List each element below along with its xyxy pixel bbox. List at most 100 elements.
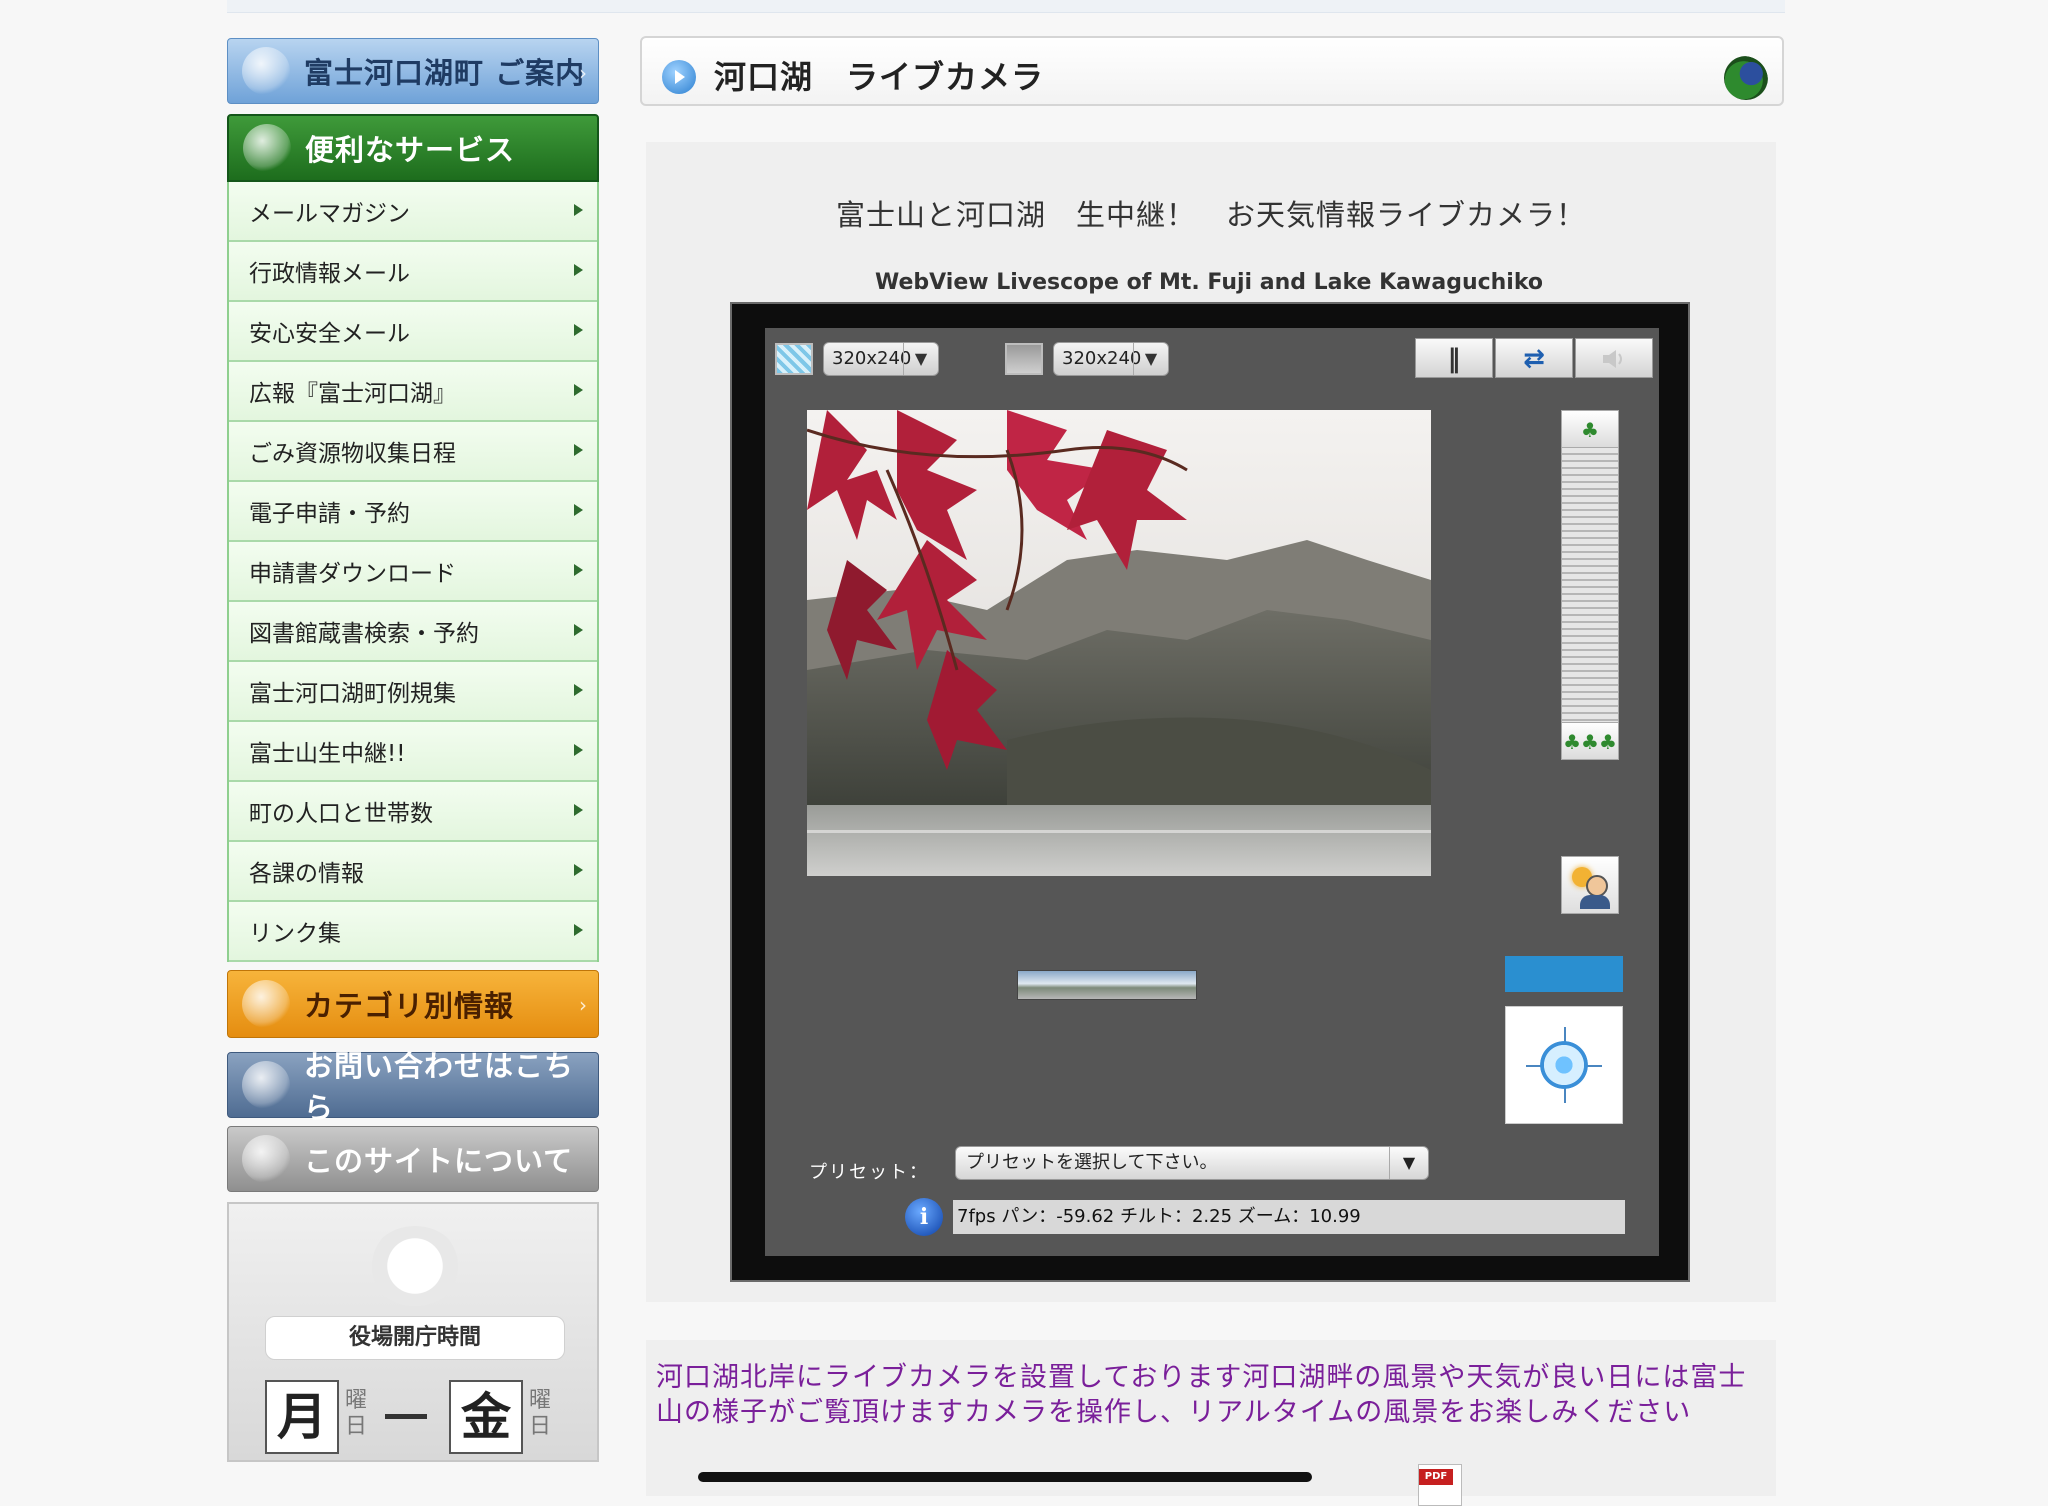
position-indicator-bar[interactable] xyxy=(1505,956,1623,992)
menu-item[interactable]: 行政情報メール xyxy=(229,242,597,302)
dropdown-arrow-icon: ▼ xyxy=(1133,343,1168,375)
zoom-slider[interactable]: ♣ ♣♣♣ xyxy=(1561,410,1621,766)
from-day: 月 xyxy=(265,1380,339,1454)
pdf-icon[interactable]: PDF xyxy=(1418,1464,1462,1506)
preset-select[interactable]: プリセットを選択して下さい。 ▼ xyxy=(955,1146,1429,1180)
live-camera-image[interactable] xyxy=(807,410,1431,876)
size-select-1[interactable]: 320x240 ▼ xyxy=(823,342,939,376)
camera-subhead: WebView Livescope of Mt. Fuji and Lake K… xyxy=(874,270,1543,295)
category-label: カテゴリ別情報 xyxy=(304,989,515,1023)
play-bullet-icon xyxy=(662,60,696,94)
live-camera-panel: 富士山と河口湖 生中継！ お天気情報ライブカメラ！ WebView Livesc… xyxy=(646,142,1776,1302)
image-size-control-1: 320x240 ▼ xyxy=(775,342,939,376)
category-button[interactable]: カテゴリ別情報 › xyxy=(227,970,599,1038)
office-hours-title: 役場開庁時間 xyxy=(265,1316,565,1360)
town-emblem-icon xyxy=(1724,56,1768,100)
triangle-right-icon xyxy=(574,384,583,396)
menu-item-label: 行政情報メール xyxy=(249,261,410,287)
menu-item[interactable]: 町の人口と世帯数 xyxy=(229,782,597,842)
pdf-label: PDF xyxy=(1419,1469,1453,1485)
page-title: 河口湖 ライブカメラ xyxy=(714,58,1045,96)
service-label: 便利なサービス xyxy=(305,133,516,167)
triangle-right-icon xyxy=(574,504,583,516)
panorama-strip[interactable] xyxy=(1017,970,1197,1000)
contact-label: お問い合わせはこちら xyxy=(304,1049,575,1125)
triangle-right-icon xyxy=(574,264,583,276)
speaker-icon xyxy=(1603,350,1622,368)
page-title-bar: 河口湖 ライブカメラ xyxy=(640,36,1784,106)
sidebar: 富士河口湖町 ご案内 › 便利なサービス メールマガジン 行政情報メール 安心安… xyxy=(227,38,599,1462)
top-nav-strip xyxy=(227,0,1785,13)
camera-headline: 富士山と河口湖 生中継！ お天気情報ライブカメラ！ xyxy=(835,198,1586,232)
zoom-track[interactable] xyxy=(1561,448,1619,722)
image-size-control-2: 320x240 ▼ xyxy=(1005,342,1169,376)
menu-item[interactable]: ごみ資源物収集日程 xyxy=(229,422,597,482)
zoom-in-tree-icon[interactable]: ♣ xyxy=(1561,410,1619,448)
pause-button[interactable]: ‖ xyxy=(1415,338,1493,378)
menu-item[interactable]: メールマガジン xyxy=(229,182,597,242)
menu-item-label: 町の人口と世帯数 xyxy=(249,801,433,827)
town-logo-icon xyxy=(242,1135,290,1183)
person-body-icon xyxy=(1580,895,1610,909)
contact-button[interactable]: お問い合わせはこちら xyxy=(227,1049,599,1125)
triangle-right-icon xyxy=(574,744,583,756)
description-text: 河口湖北岸にライブカメラを設置しております河口湖畔の風景や天気が良い日には富士山… xyxy=(656,1362,1747,1428)
triangle-right-icon xyxy=(574,624,583,636)
guide-label: 富士河口湖町 ご案内 xyxy=(304,56,586,90)
triangle-right-icon xyxy=(574,324,583,336)
pan-tilt-control[interactable] xyxy=(1505,1006,1623,1124)
camera-status-readout: 7fps パン：-59.62 チルト：2.25 ズーム：10.99 xyxy=(953,1200,1625,1234)
dropdown-arrow-icon: ▼ xyxy=(903,343,938,375)
sound-button[interactable] xyxy=(1575,338,1653,378)
from-day-yobi: 曜日 xyxy=(345,1388,368,1439)
divider-bar xyxy=(698,1472,1312,1482)
crosshair-target-icon xyxy=(1537,1038,1591,1092)
menu-item-label: 富士山生中継!! xyxy=(249,741,406,767)
person-icon xyxy=(1586,875,1608,897)
menu-item-label: 図書館蔵書検索・予約 xyxy=(249,621,479,647)
image-mode-icon[interactable] xyxy=(775,343,813,375)
guide-button[interactable]: 富士河口湖町 ご案内 › xyxy=(227,38,599,104)
menu-item-label: ごみ資源物収集日程 xyxy=(249,441,456,467)
triangle-right-icon xyxy=(574,684,583,696)
menu-item[interactable]: 広報『富士河口湖』 xyxy=(229,362,597,422)
menu-item-label: リンク集 xyxy=(249,921,341,947)
triangle-right-icon xyxy=(574,204,583,216)
preset-label: プリセット： xyxy=(809,1162,929,1183)
description-panel: 河口湖北岸にライブカメラを設置しております河口湖畔の風景や天気が良い日には富士山… xyxy=(646,1340,1776,1506)
dropdown-arrow-icon: ▼ xyxy=(1389,1147,1428,1179)
backlight-button[interactable] xyxy=(1561,856,1619,914)
menu-item-label: 電子申請・予約 xyxy=(249,501,410,527)
camera-viewer: 320x240 ▼ 320x240 ▼ ‖ ⇄ ♣ ♣♣♣ プリセット： プリセ… xyxy=(765,328,1659,1256)
menu-item-label: 申請書ダウンロード xyxy=(249,561,456,587)
menu-item-label: 広報『富士河口湖』 xyxy=(249,381,456,407)
size-select-2[interactable]: 320x240 ▼ xyxy=(1053,342,1169,376)
town-logo-icon xyxy=(242,1061,290,1109)
office-hours-panel: 役場開庁時間 月 曜日 金 曜日 xyxy=(227,1202,599,1462)
menu-item[interactable]: 富士河口湖町例規集 xyxy=(229,662,597,722)
triangle-right-icon xyxy=(574,564,583,576)
live-camera-scene xyxy=(807,410,1431,876)
preset-select-value: プリセットを選択して下さい。 xyxy=(966,1152,1218,1173)
menu-item[interactable]: 電子申請・予約 xyxy=(229,482,597,542)
menu-item-label: 安心安全メール xyxy=(249,321,410,347)
menu-item[interactable]: リンク集 xyxy=(229,902,597,962)
menu-item[interactable]: 安心安全メール xyxy=(229,302,597,362)
camera-viewer-frame: 320x240 ▼ 320x240 ▼ ‖ ⇄ ♣ ♣♣♣ プリセット： プリセ… xyxy=(730,302,1690,1282)
menu-item[interactable]: 図書館蔵書検索・予約 xyxy=(229,602,597,662)
to-day: 金 xyxy=(449,1380,523,1454)
swap-button[interactable]: ⇄ xyxy=(1495,338,1573,378)
size-select-2-value: 320x240 xyxy=(1062,348,1142,369)
info-icon[interactable]: i xyxy=(905,1198,943,1236)
about-button[interactable]: このサイトについて xyxy=(227,1126,599,1192)
triangle-right-icon xyxy=(574,804,583,816)
menu-item[interactable]: 各課の情報 xyxy=(229,842,597,902)
size-select-1-value: 320x240 xyxy=(832,348,912,369)
triangle-right-icon xyxy=(574,924,583,936)
zoom-out-trees-icon[interactable]: ♣♣♣ xyxy=(1561,722,1619,760)
menu-item[interactable]: 富士山生中継!! xyxy=(229,722,597,782)
about-label: このサイトについて xyxy=(304,1144,574,1178)
image-mode-icon[interactable] xyxy=(1005,343,1043,375)
menu-item[interactable]: 申請書ダウンロード xyxy=(229,542,597,602)
service-menu: メールマガジン 行政情報メール 安心安全メール 広報『富士河口湖』 ごみ資源物収… xyxy=(227,182,599,962)
